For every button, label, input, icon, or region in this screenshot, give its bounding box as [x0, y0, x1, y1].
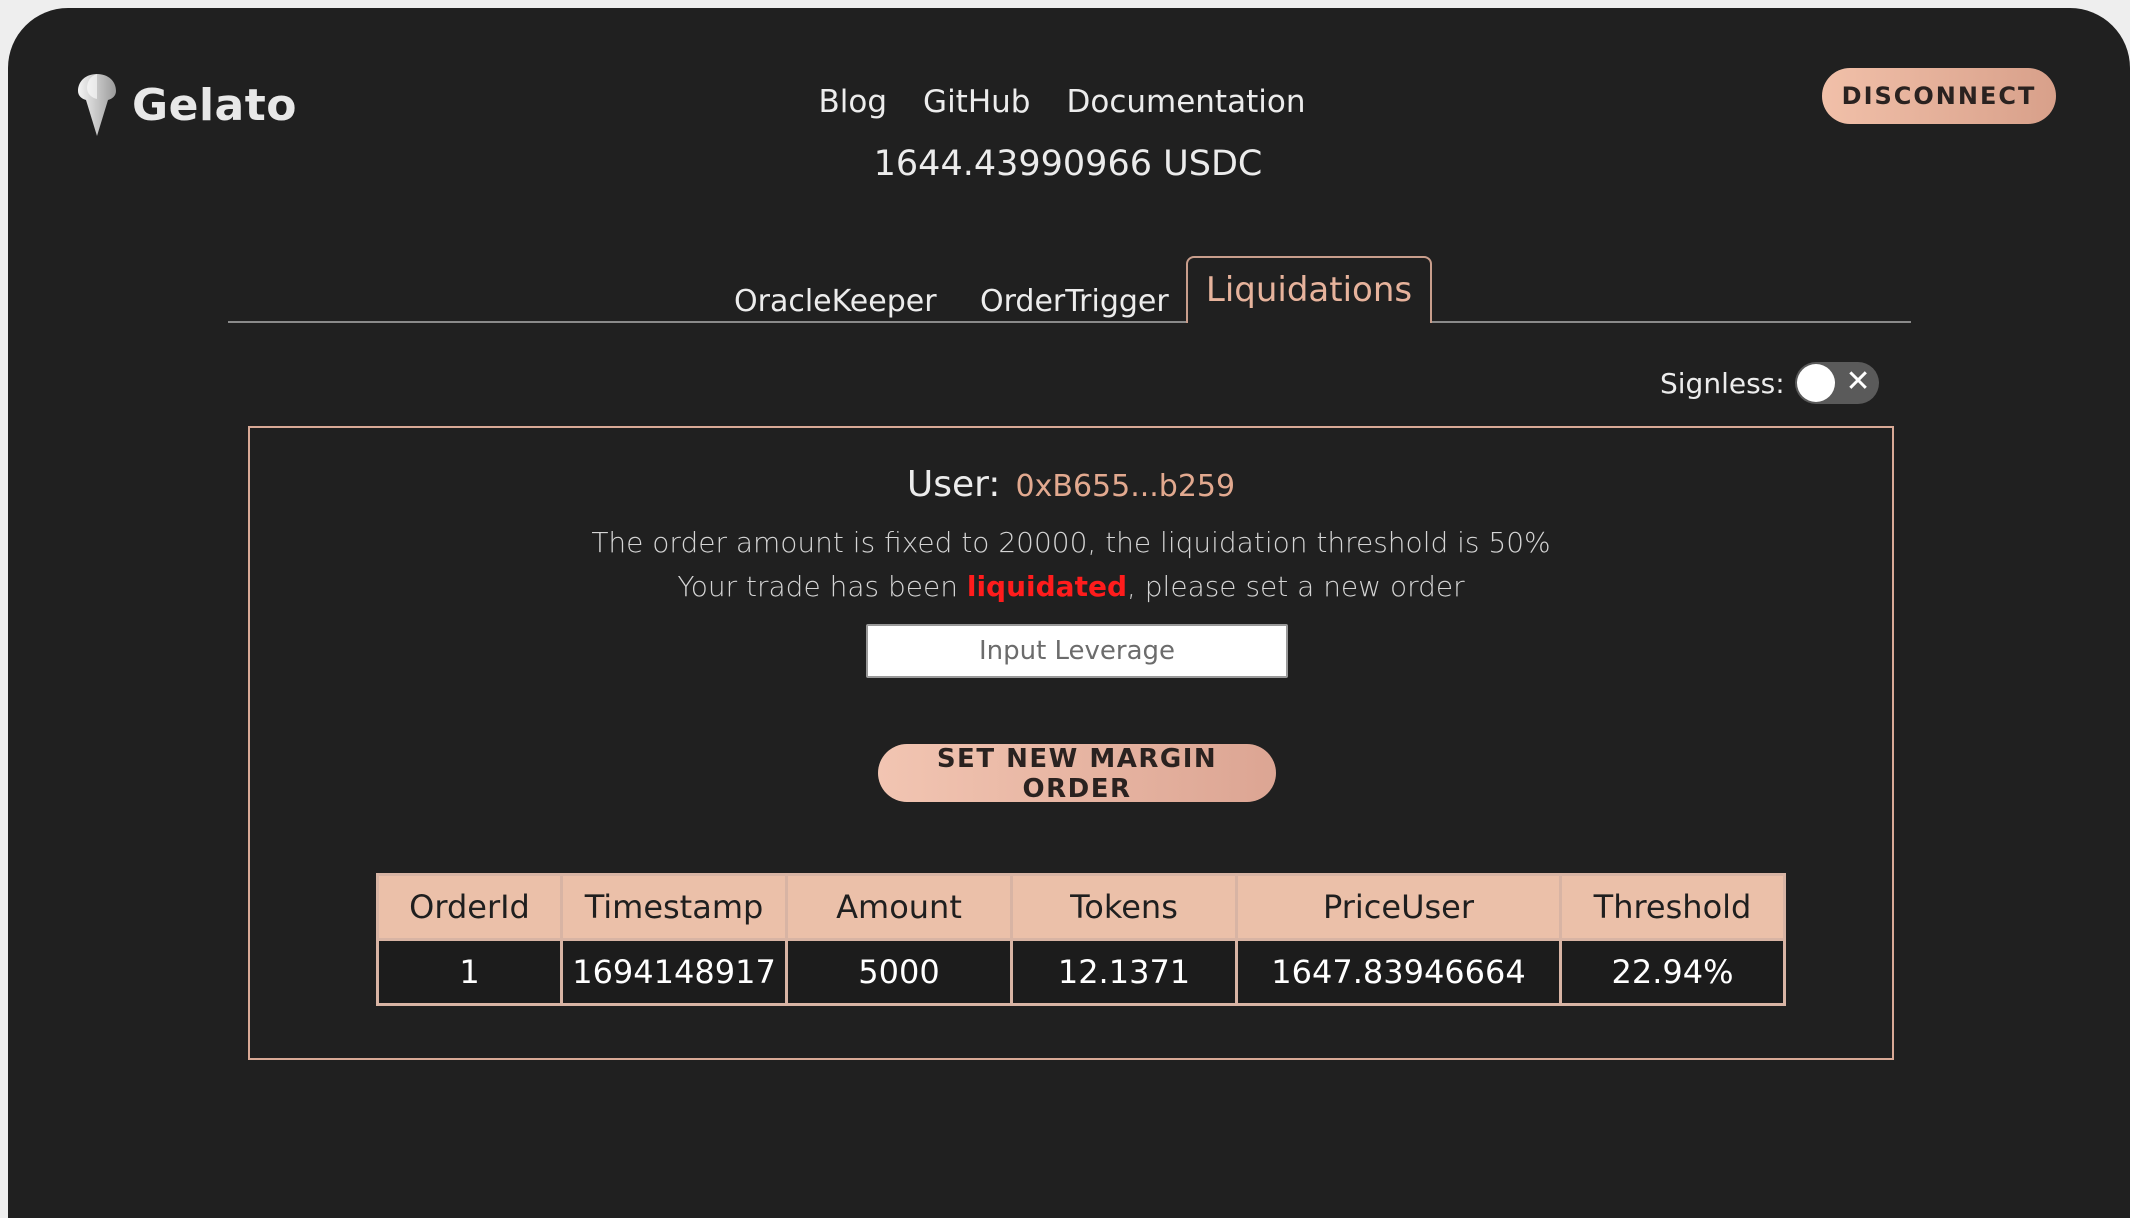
tab-liquidations[interactable]: Liquidations — [1186, 256, 1432, 323]
orders-table: OrderId Timestamp Amount Tokens PriceUse… — [376, 873, 1786, 1006]
column-header-timestamp: Timestamp — [560, 873, 788, 941]
cell-orderid: 1 — [376, 938, 563, 1006]
wallet-balance: 1644.43990966 USDC — [873, 144, 1263, 184]
leverage-input[interactable] — [866, 624, 1288, 678]
column-header-amount: Amount — [785, 873, 1013, 941]
cell-priceuser: 1647.83946664 — [1235, 938, 1562, 1006]
column-header-orderid: OrderId — [376, 873, 563, 941]
liquidations-panel: User: 0xB655...b259 The order amount is … — [248, 426, 1894, 1060]
column-header-priceuser: PriceUser — [1235, 873, 1562, 941]
app-frame: Gelato Blog GitHub Documentation 1644.43… — [8, 8, 2130, 1218]
close-icon: ✕ — [1845, 364, 1871, 399]
user-label: User: — [906, 464, 1001, 505]
liquidation-status-text: Your trade has been liquidated, please s… — [250, 570, 1892, 603]
cell-amount: 5000 — [785, 938, 1013, 1006]
tab-ordertrigger[interactable]: OrderTrigger — [980, 284, 1169, 319]
disconnect-button[interactable]: DISCONNECT — [1822, 68, 2056, 124]
user-line: User: 0xB655...b259 — [250, 464, 1892, 505]
order-info-text: The order amount is fixed to 20000, the … — [591, 526, 1551, 559]
table-row: 1 1694148917 5000 12.1371 1647.83946664 … — [376, 938, 1786, 1006]
signless-label: Signless: — [1660, 366, 1785, 400]
column-header-tokens: Tokens — [1010, 873, 1238, 941]
status-prefix: Your trade has been — [677, 570, 967, 603]
nav-link-blog[interactable]: Blog — [819, 84, 888, 120]
user-address: 0xB655...b259 — [1015, 469, 1236, 504]
cell-threshold: 22.94% — [1559, 938, 1786, 1006]
tab-oraclekeeper[interactable]: OracleKeeper — [734, 284, 937, 319]
status-highlight: liquidated — [966, 570, 1127, 603]
toggle-knob — [1796, 364, 1835, 402]
cell-timestamp: 1694148917 — [560, 938, 788, 1006]
top-nav: Blog GitHub Documentation — [8, 84, 2130, 120]
cell-tokens: 12.1371 — [1010, 938, 1238, 1006]
set-new-margin-order-button[interactable]: SET NEW MARGIN ORDER — [878, 744, 1276, 804]
tabs-divider — [228, 321, 1911, 323]
nav-link-github[interactable]: GitHub — [923, 84, 1030, 120]
nav-link-documentation[interactable]: Documentation — [1066, 84, 1305, 120]
status-suffix: , please set a new order — [1126, 570, 1465, 603]
table-header-row: OrderId Timestamp Amount Tokens PriceUse… — [376, 873, 1786, 941]
signless-setting: Signless: ✕ — [1660, 362, 1879, 404]
column-header-threshold: Threshold — [1559, 873, 1786, 941]
signless-toggle[interactable]: ✕ — [1794, 362, 1879, 404]
